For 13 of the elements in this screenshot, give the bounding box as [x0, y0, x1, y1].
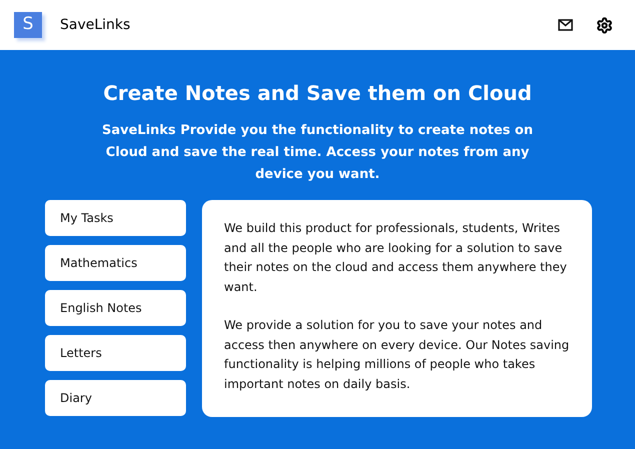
settings-icon[interactable]: [596, 16, 613, 34]
mail-icon[interactable]: [558, 19, 573, 31]
sidebar-item[interactable]: Diary: [45, 380, 186, 416]
paragraph: We provide a solution for you to save your notes and access then anywhere on every device. Our Notes saving functionality is helping millions of people who takes important notes on daily basis.: [224, 317, 570, 392]
logo[interactable]: S: [14, 12, 42, 38]
sidebar-item[interactable]: Mathematics: [45, 245, 186, 281]
brand-name: SaveLinks: [60, 16, 130, 34]
sidebar-item[interactable]: English Notes: [45, 290, 186, 326]
hero-subtitle: SaveLinks Provide you the functionality to create notes on Cloud and save the real time. Access your notes from any device you want.: [100, 122, 534, 184]
sidebar-item[interactable]: Letters: [45, 335, 186, 371]
paragraph: We build this product for professionals, students, Writes and all the people who are looking for a solution to save their notes on the cloud and access them anywhere they want.: [224, 220, 568, 296]
sidebar-item[interactable]: My Tasks: [45, 200, 186, 236]
hero-title: Create Notes and Save them on Cloud: [102, 80, 533, 106]
